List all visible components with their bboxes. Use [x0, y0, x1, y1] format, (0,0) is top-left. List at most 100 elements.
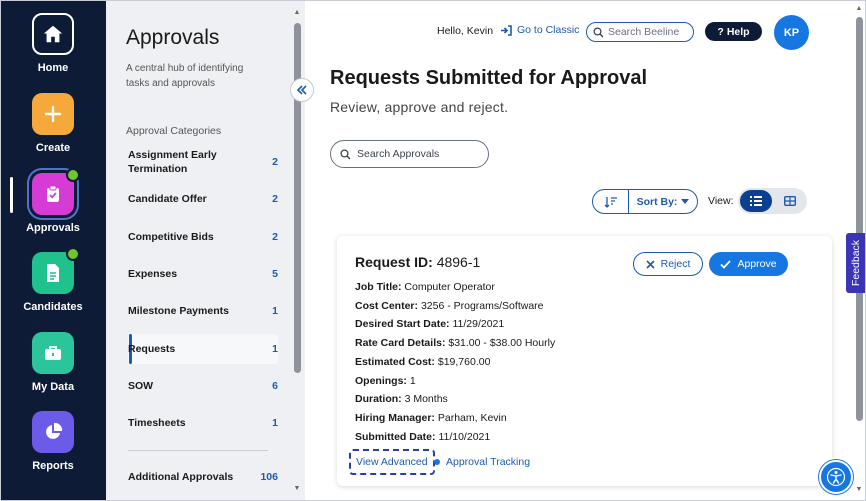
detail-duration: Duration: 3 Months	[355, 393, 448, 405]
category-count: 1	[272, 417, 278, 429]
category-requests[interactable]: Requests 1	[128, 342, 278, 356]
nav-candidates[interactable]: Candidates	[1, 247, 105, 313]
category-count: 106	[260, 471, 278, 483]
go-to-classic-link[interactable]: Go to Classic	[500, 24, 579, 36]
scroll-up-arrow-icon[interactable]: ▲	[292, 9, 302, 16]
detail-value: $19,760.00	[437, 356, 491, 368]
scroll-down-arrow-icon[interactable]: ▼	[854, 486, 864, 493]
category-count: 6	[272, 380, 278, 392]
request-id-label: Request ID:	[355, 254, 433, 270]
global-search[interactable]	[586, 22, 694, 42]
home-tile	[32, 13, 74, 55]
grid-view-button[interactable]	[774, 190, 805, 212]
detail-submitted-date: Submitted Date: 11/10/2021	[355, 431, 490, 443]
collapse-panel-button[interactable]	[290, 78, 314, 102]
detail-hiring-manager: Hiring Manager: Parham, Kevin	[355, 412, 507, 424]
panel-title: Approvals	[126, 26, 220, 49]
panel-description: A central hub of identifying tasks and a…	[126, 63, 244, 89]
category-label: SOW	[128, 380, 154, 392]
reject-button[interactable]: Reject	[633, 252, 703, 276]
accessibility-button[interactable]	[819, 460, 853, 494]
detail-estimated-cost: Estimated Cost: $19,760.00	[355, 356, 490, 368]
double-chevron-left-icon	[296, 85, 307, 95]
briefcase-icon	[45, 346, 61, 360]
list-view-button[interactable]	[740, 190, 772, 212]
greeting-text: Hello, Kevin	[437, 25, 494, 37]
categories-title: Approval Categories	[126, 125, 222, 137]
detail-cost-center: Cost Center: 3256 - Programs/Software	[355, 300, 544, 312]
detail-value: 3 Months	[404, 393, 448, 405]
app-window: Home Create Approvals Candidates My Data…	[0, 0, 866, 501]
detail-key: Duration:	[355, 393, 402, 405]
category-additional-approvals[interactable]: Additional Approvals 106	[128, 470, 278, 484]
reports-tile	[32, 411, 74, 453]
category-count: 1	[272, 343, 278, 355]
go-to-classic-label: Go to Classic	[517, 24, 580, 36]
left-nav-rail: Home Create Approvals Candidates My Data…	[1, 1, 105, 500]
category-candidate-offer[interactable]: Candidate Offer 2	[128, 192, 278, 206]
detail-key: Cost Center:	[355, 300, 419, 312]
category-milestone-payments[interactable]: Milestone Payments 1	[128, 304, 278, 318]
main-content: Hello, Kevin Go to Classic ? Help KP Req…	[306, 1, 854, 500]
feedback-label: Feedback	[850, 239, 862, 287]
sort-by-dropdown[interactable]: Sort By:	[629, 196, 697, 208]
table-grid-icon	[783, 196, 796, 206]
category-label: Requests	[128, 343, 176, 355]
approvals-search[interactable]	[330, 140, 489, 168]
reject-label: Reject	[660, 258, 691, 270]
sign-in-icon	[501, 24, 512, 36]
sort-direction-button[interactable]	[593, 190, 629, 213]
global-search-input[interactable]	[608, 26, 693, 38]
main-scroll-thumb[interactable]	[856, 17, 863, 421]
detail-job-title: Job Title: Computer Operator	[355, 281, 495, 293]
help-button[interactable]: ? Help	[705, 22, 762, 41]
page-title: Requests Submitted for Approval	[330, 67, 648, 89]
category-count: 2	[272, 231, 278, 243]
approval-tracking-link[interactable]: Approval Tracking	[446, 456, 530, 468]
caret-down-icon	[681, 199, 690, 204]
feedback-tab[interactable]: Feedback	[846, 233, 865, 293]
category-divider	[128, 450, 268, 451]
clipboard-check-icon	[47, 185, 59, 202]
category-label: Expenses	[128, 268, 178, 280]
nav-reports[interactable]: Reports	[1, 411, 105, 472]
detail-value: 1	[409, 375, 416, 387]
nav-my-data[interactable]: My Data	[1, 332, 105, 393]
nav-approvals[interactable]: Approvals	[1, 168, 105, 234]
nav-my-data-label: My Data	[31, 381, 75, 393]
category-timesheets[interactable]: Timesheets 1	[128, 416, 278, 430]
approvals-tile	[32, 168, 80, 215]
search-icon	[340, 148, 351, 159]
detail-openings: Openings: 1	[355, 375, 416, 387]
candidates-notification-dot	[66, 247, 80, 261]
approvals-search-input[interactable]	[357, 148, 482, 160]
help-question-icon: ?	[717, 25, 724, 38]
approve-label: Approve	[737, 258, 777, 270]
request-id-value: 4896-1	[436, 254, 481, 270]
help-label: Help	[726, 25, 750, 38]
user-avatar[interactable]: KP	[774, 15, 809, 50]
category-competitive-bids[interactable]: Competitive Bids 2	[128, 230, 278, 244]
nav-create[interactable]: Create	[1, 93, 105, 154]
approve-button[interactable]: Approve	[709, 252, 788, 276]
detail-key: Rate Card Details:	[355, 337, 446, 349]
category-label: Competitive Bids	[128, 231, 214, 243]
view-advanced-link[interactable]: View Advanced	[349, 449, 435, 475]
pie-chart-icon	[46, 422, 63, 439]
approvals-notification-dot	[66, 168, 80, 182]
candidates-tile	[32, 247, 80, 294]
detail-rate-card: Rate Card Details: $31.00 - $38.00 Hourl…	[355, 337, 555, 349]
category-expenses[interactable]: Expenses 5	[128, 267, 278, 281]
category-sow[interactable]: SOW 6	[128, 379, 278, 393]
search-icon	[593, 26, 604, 37]
detail-value: 11/10/2021	[438, 431, 491, 443]
approvals-panel: Approvals A central hub of identifying t…	[105, 1, 305, 500]
detail-key: Hiring Manager:	[355, 412, 435, 424]
request-card: Request ID: 4896-1 Reject Approve Job Ti…	[337, 236, 832, 486]
category-assignment-early-termination[interactable]: Assignment Early Termination 2	[128, 148, 278, 176]
panel-scroll-thumb[interactable]	[294, 23, 301, 373]
scroll-down-arrow-icon[interactable]: ▼	[292, 485, 302, 492]
scroll-up-arrow-icon[interactable]: ▲	[854, 5, 864, 12]
sort-control: Sort By:	[592, 189, 698, 214]
nav-home[interactable]: Home	[1, 13, 105, 74]
